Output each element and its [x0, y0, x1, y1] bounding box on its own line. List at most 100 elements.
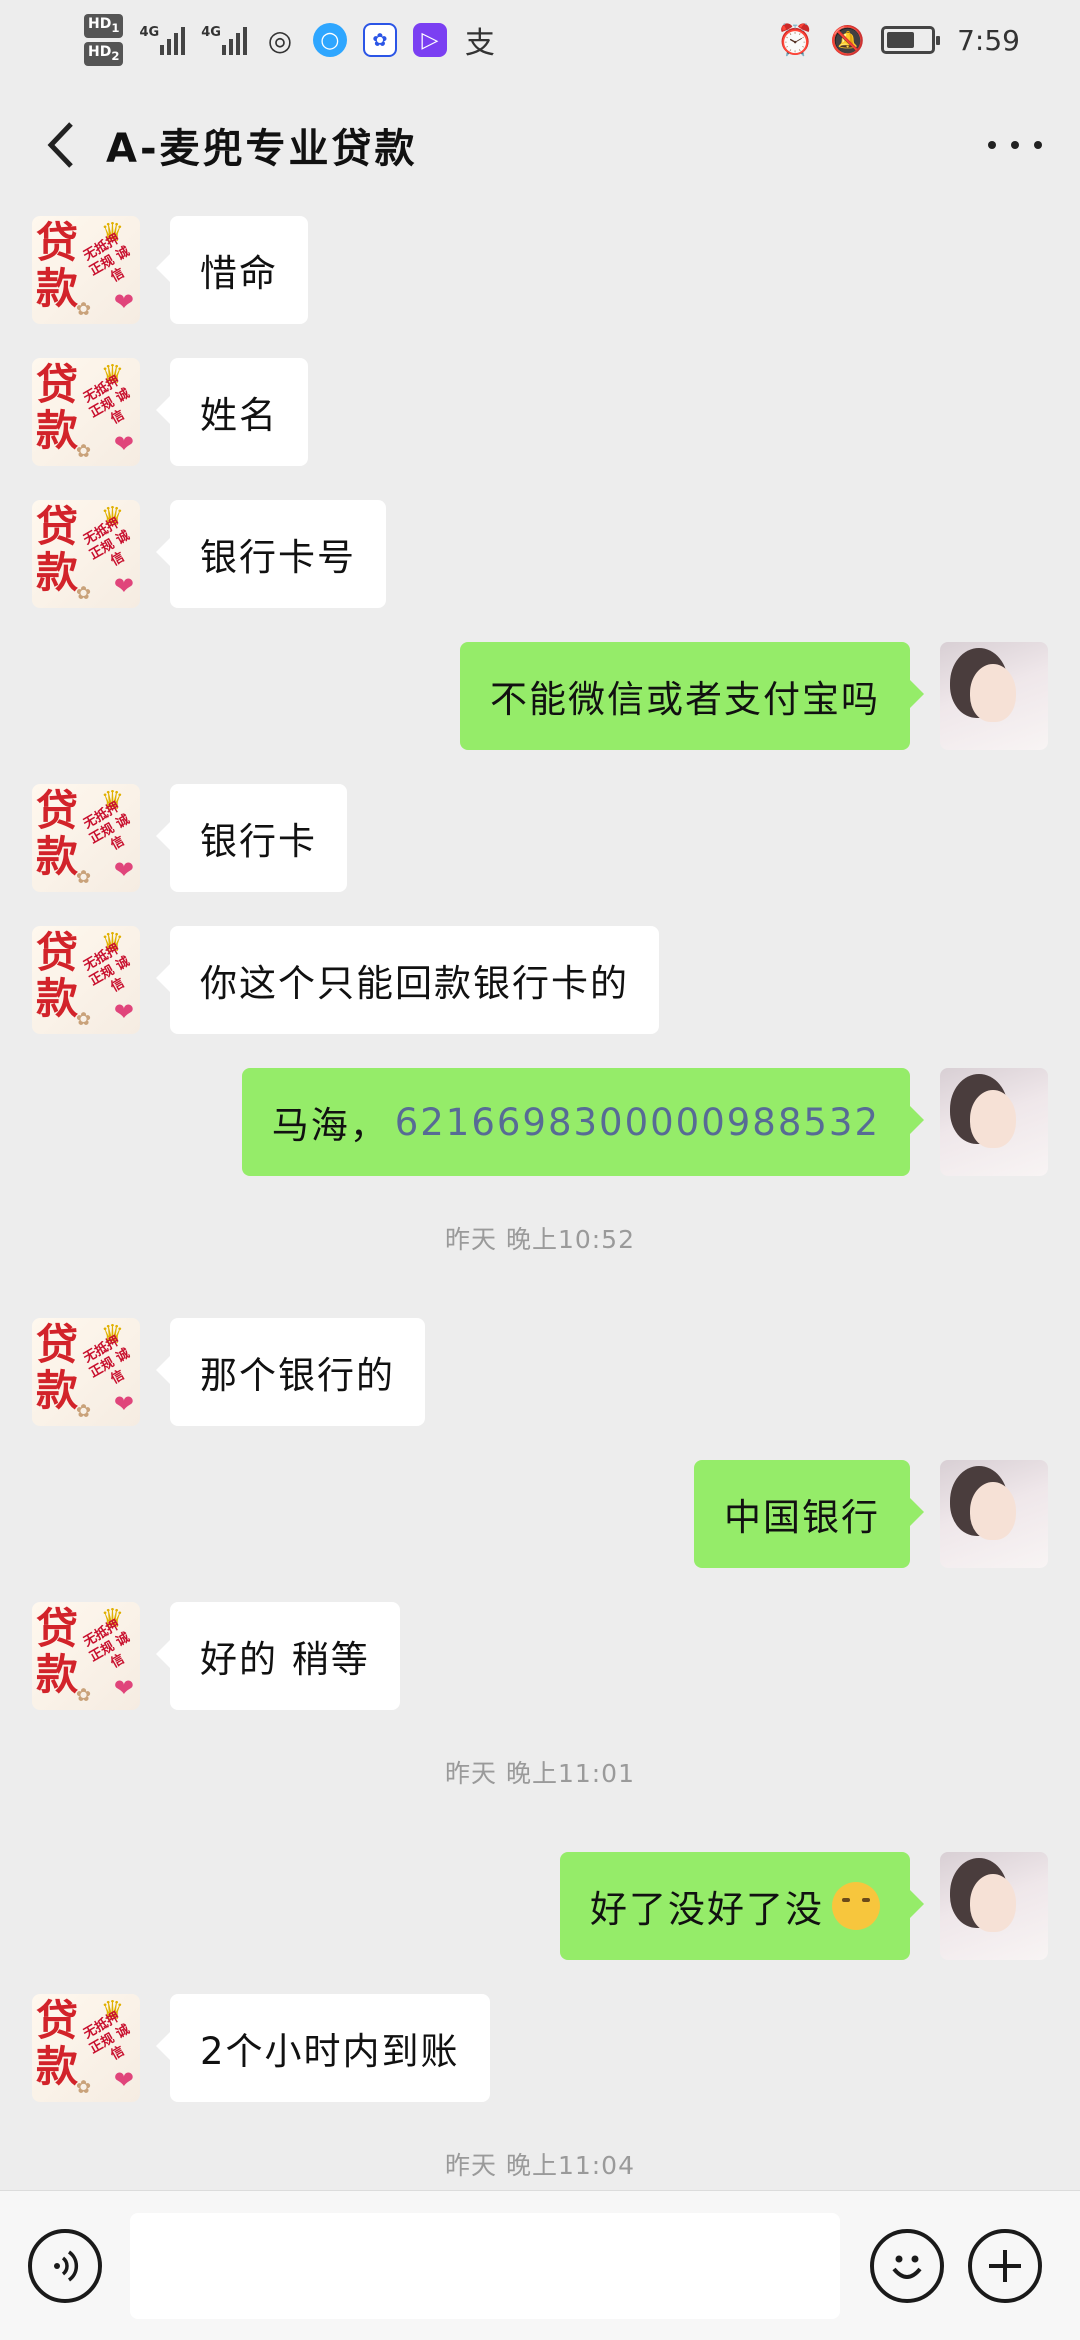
- plus-icon[interactable]: [968, 2228, 1042, 2303]
- flower-icon: ✿: [76, 2077, 92, 2098]
- self-avatar[interactable]: [940, 1852, 1048, 1960]
- incoming-message-bubble[interactable]: 2个小时内到账: [156, 1994, 490, 2102]
- message-input[interactable]: [130, 2212, 840, 2319]
- emoji-icon[interactable]: [870, 2228, 944, 2303]
- page-title: A-麦兜专业贷款: [106, 126, 418, 172]
- video-icon: ▷: [412, 23, 447, 57]
- flower-icon: ✿: [76, 441, 92, 462]
- message-text: 姓名: [200, 394, 278, 437]
- avatar-face-icon: [970, 1090, 1016, 1148]
- message-text: 马海，: [271, 1104, 389, 1147]
- hd-badge-2: HD2: [84, 42, 124, 66]
- message-row: 马海， 6216698300000988532: [0, 1068, 1080, 1176]
- message-row: 贷款 ♛ 无抵押 正规 诚信 ❤ ✿ 银行卡号: [0, 500, 1080, 608]
- outgoing-message-bubble[interactable]: 好了没好了没: [560, 1852, 924, 1960]
- message-text: 银行卡号: [200, 536, 356, 579]
- alipay-icon: 支: [464, 26, 495, 61]
- lips-icon: ❤: [113, 430, 134, 458]
- avatar-face-icon: [970, 1482, 1016, 1540]
- signal-1-icon: 4G: [139, 25, 186, 55]
- message-row: 贷款 ♛ 无抵押 正规 诚信 ❤ ✿ 你这个只能回款银行卡的: [0, 926, 1080, 1034]
- battery-icon: [881, 26, 941, 54]
- browser-icon: ○: [312, 23, 347, 57]
- message-text: 好了没好了没: [590, 1888, 824, 1931]
- outgoing-message-bubble[interactable]: 中国银行: [694, 1460, 924, 1568]
- flower-icon: ✿: [76, 583, 92, 604]
- message-text: 你这个只能回款银行卡的: [200, 962, 629, 1005]
- hd-indicators: HD1 HD2: [84, 14, 124, 66]
- message-timestamp: 昨天 晚上11:04: [445, 2151, 635, 2180]
- message-text: 2个小时内到账: [200, 2030, 460, 2073]
- thinking-face-emoji-icon: [832, 1882, 880, 1930]
- flower-icon: ✿: [76, 1009, 92, 1030]
- avatar-face-icon: [970, 1874, 1016, 1932]
- avatar-face-icon: [970, 664, 1016, 722]
- contact-avatar[interactable]: 贷款 ♛ 无抵押 正规 诚信 ❤ ✿: [32, 216, 140, 324]
- more-icon[interactable]: [980, 115, 1050, 175]
- contact-avatar[interactable]: 贷款 ♛ 无抵押 正规 诚信 ❤ ✿: [32, 358, 140, 466]
- flower-icon: ✿: [76, 1685, 92, 1706]
- message-row: 贷款 ♛ 无抵押 正规 诚信 ❤ ✿ 惜命: [0, 216, 1080, 324]
- lips-icon: ❤: [113, 572, 134, 600]
- contact-avatar[interactable]: 贷款 ♛ 无抵押 正规 诚信 ❤ ✿: [32, 1602, 140, 1710]
- message-row: 贷款 ♛ 无抵押 正规 诚信 ❤ ✿ 2个小时内到账: [0, 1994, 1080, 2102]
- incoming-message-bubble[interactable]: 你这个只能回款银行卡的: [156, 926, 659, 1034]
- message-text: 不能微信或者支付宝吗: [490, 678, 880, 721]
- status-bar: HD1 HD2 4G 4G ◎ ○ ✿ ▷ 支 ⏰ 🔕 7:59: [0, 0, 1080, 80]
- incoming-message-bubble[interactable]: 姓名: [156, 358, 308, 466]
- incoming-message-bubble[interactable]: 好的 稍等: [156, 1602, 400, 1710]
- incoming-message-bubble[interactable]: 银行卡: [156, 784, 347, 892]
- incoming-message-bubble[interactable]: 银行卡号: [156, 500, 386, 608]
- flower-icon: ✿: [76, 1401, 92, 1422]
- chevron-left-icon[interactable]: [30, 115, 90, 175]
- contact-avatar[interactable]: 贷款 ♛ 无抵押 正规 诚信 ❤ ✿: [32, 784, 140, 892]
- message-timestamp: 昨天 晚上11:01: [445, 1759, 635, 1788]
- input-bar: [0, 2190, 1080, 2340]
- message-row: 贷款 ♛ 无抵押 正规 诚信 ❤ ✿ 好的 稍等: [0, 1602, 1080, 1710]
- baidu-icon: ✿: [362, 23, 397, 57]
- outgoing-message-bubble[interactable]: 不能微信或者支付宝吗: [460, 642, 924, 750]
- alarm-icon: ⏰: [776, 22, 815, 58]
- message-text: 好的 稍等: [200, 1638, 370, 1681]
- message-row: 贷款 ♛ 无抵押 正规 诚信 ❤ ✿ 姓名: [0, 358, 1080, 466]
- status-time: 7:59: [957, 23, 1020, 57]
- status-right: ⏰ 🔕 7:59: [777, 23, 1020, 58]
- voice-icon[interactable]: [28, 2228, 102, 2303]
- self-avatar[interactable]: [940, 1068, 1048, 1176]
- self-avatar[interactable]: [940, 642, 1048, 750]
- message-text: 银行卡: [200, 820, 317, 863]
- contact-avatar[interactable]: 贷款 ♛ 无抵押 正规 诚信 ❤ ✿: [32, 926, 140, 1034]
- lips-icon: ❤: [113, 998, 134, 1026]
- lips-icon: ❤: [113, 1674, 134, 1702]
- message-row: 贷款 ♛ 无抵押 正规 诚信 ❤ ✿ 那个银行的: [0, 1318, 1080, 1426]
- message-row: 好了没好了没: [0, 1852, 1080, 1960]
- mute-icon: 🔕: [830, 23, 866, 57]
- message-row: 不能微信或者支付宝吗: [0, 642, 1080, 750]
- message-timestamp: 昨天 晚上10:52: [445, 1225, 635, 1254]
- contact-avatar[interactable]: 贷款 ♛ 无抵押 正规 诚信 ❤ ✿: [32, 1318, 140, 1426]
- signal-2-icon: 4G: [201, 25, 247, 55]
- message-text: 那个银行的: [200, 1354, 395, 1397]
- lips-icon: ❤: [113, 856, 134, 884]
- message-text: 中国银行: [724, 1496, 880, 1539]
- message-row: 中国银行: [0, 1460, 1080, 1568]
- lips-icon: ❤: [113, 288, 134, 316]
- weibo-icon: ◎: [267, 23, 293, 57]
- message-text: 惜命: [200, 252, 278, 295]
- contact-avatar[interactable]: 贷款 ♛ 无抵押 正规 诚信 ❤ ✿: [32, 1994, 140, 2102]
- chat-header: A-麦兜专业贷款: [0, 80, 1080, 210]
- lips-icon: ❤: [113, 1390, 134, 1418]
- flower-icon: ✿: [76, 867, 92, 888]
- flower-icon: ✿: [76, 299, 92, 320]
- self-avatar[interactable]: [940, 1460, 1048, 1568]
- incoming-message-bubble[interactable]: 惜命: [156, 216, 308, 324]
- hd-badge-1: HD1: [84, 14, 124, 38]
- status-left: HD1 HD2 4G 4G ◎ ○ ✿ ▷ 支: [84, 14, 497, 66]
- lips-icon: ❤: [113, 2066, 134, 2094]
- message-number-link[interactable]: 6216698300000988532: [395, 1101, 880, 1144]
- message-list[interactable]: 贷款 ♛ 无抵押 正规 诚信 ❤ ✿ 惜命贷款 ♛ 无抵押 正规 诚信 ❤ ✿ 姓名贷款 ♛ 无抵押 正…: [0, 210, 1080, 2190]
- outgoing-message-bubble[interactable]: 马海， 6216698300000988532: [241, 1068, 925, 1176]
- contact-avatar[interactable]: 贷款 ♛ 无抵押 正规 诚信 ❤ ✿: [32, 500, 140, 608]
- message-row: 贷款 ♛ 无抵押 正规 诚信 ❤ ✿ 银行卡: [0, 784, 1080, 892]
- incoming-message-bubble[interactable]: 那个银行的: [156, 1318, 425, 1426]
